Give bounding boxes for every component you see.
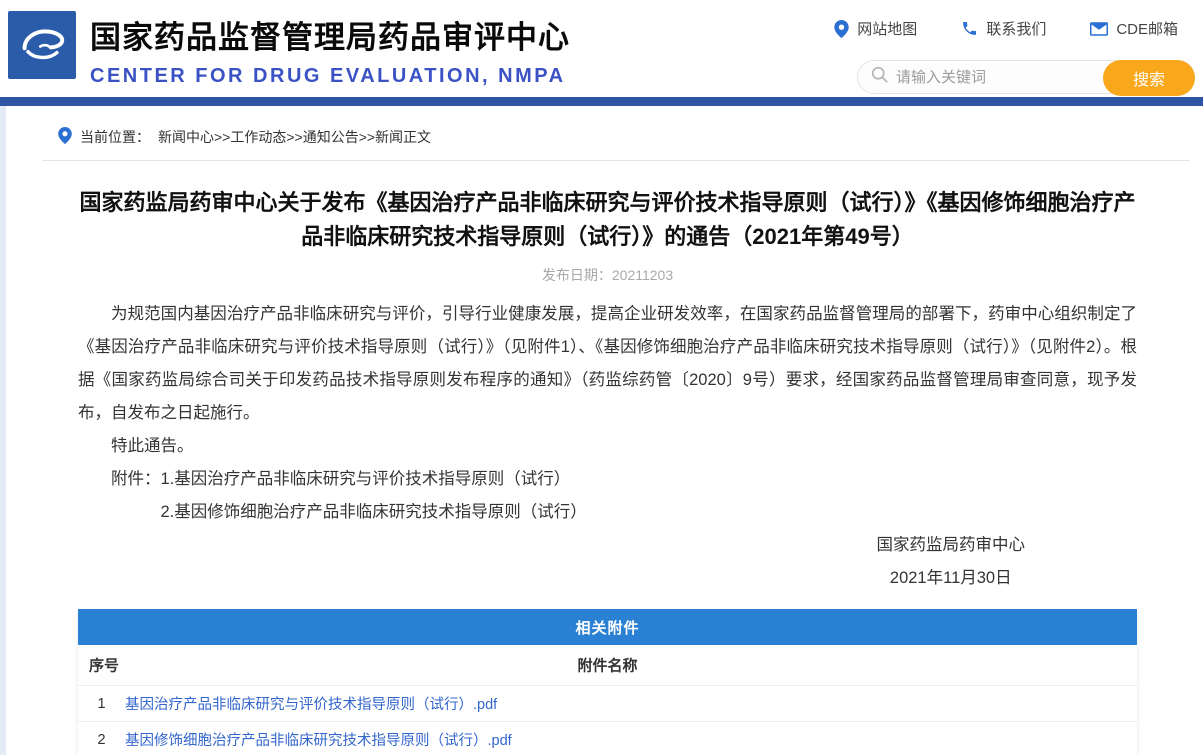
signature-date: 2021年11月30日 — [877, 562, 1026, 595]
breadcrumb: 当前位置： 新闻中心>>工作动态>>通知公告>>新闻正文 — [58, 127, 1203, 147]
contact-us-link[interactable]: 联系我们 — [961, 18, 1046, 39]
breadcrumb-pin-icon — [58, 127, 72, 147]
breadcrumb-path[interactable]: 新闻中心>>工作动态>>通知公告>>新闻正文 — [158, 127, 431, 147]
site-titles: 国家药品监督管理局药品审评中心 CENTER FOR DRUG EVALUATI… — [90, 12, 570, 88]
article-title: 国家药监局药审中心关于发布《基因治疗产品非临床研究与评价技术指导原则（试行）》《… — [78, 186, 1137, 254]
attachments-table-header: 序号 附件名称 — [78, 645, 1137, 686]
site-title-en: CENTER FOR DRUG EVALUATION, NMPA — [90, 65, 570, 88]
table-row: 2 基因修饰细胞治疗产品非临床研究技术指导原则（试行）.pdf — [78, 722, 1137, 755]
cde-mailbox-link-label: CDE邮箱 — [1116, 18, 1178, 39]
signature-org: 国家药监局药审中心 — [877, 529, 1026, 562]
attachment-line-2: 2.基因修饰细胞治疗产品非临床研究技术指导原则（试行） — [78, 496, 1137, 529]
search-icon — [871, 66, 888, 88]
cde-mailbox-link[interactable]: CDE邮箱 — [1090, 18, 1178, 39]
phone-icon — [961, 20, 978, 37]
sitemap-link-label: 网站地图 — [857, 18, 917, 39]
paragraph-notice: 特此通告。 — [78, 430, 1137, 463]
site-title-cn: 国家药品监督管理局药品审评中心 — [90, 12, 570, 57]
attachment-pdf-link[interactable]: 基因修饰细胞治疗产品非临床研究技术指导原则（试行）.pdf — [125, 729, 512, 750]
cde-logo-swoosh-icon — [14, 15, 70, 76]
attachment-row-number: 2 — [78, 732, 125, 748]
attachments-table: 相关附件 序号 附件名称 1 基因治疗产品非临床研究与评价技术指导原则（试行）.… — [78, 609, 1137, 755]
location-pin-icon — [834, 20, 849, 38]
search-bar: 搜索 — [857, 60, 1195, 94]
breadcrumb-prefix: 当前位置： — [80, 127, 150, 147]
left-edge-strip — [0, 106, 6, 755]
site-header: 国家药品监督管理局药品审评中心 CENTER FOR DRUG EVALUATI… — [0, 0, 1203, 97]
contact-us-link-label: 联系我们 — [986, 18, 1046, 39]
sitemap-link[interactable]: 网站地图 — [834, 18, 917, 39]
search-button[interactable]: 搜索 — [1103, 60, 1195, 96]
cde-logo — [8, 11, 76, 79]
table-row: 1 基因治疗产品非临床研究与评价技术指导原则（试行）.pdf — [78, 686, 1137, 722]
header-quick-links: 网站地图 联系我们 CDE邮箱 — [834, 18, 1178, 39]
attachment-line-1: 附件：1.基因治疗产品非临床研究与评价技术指导原则（试行） — [78, 463, 1137, 496]
article: 国家药监局药审中心关于发布《基因治疗产品非临床研究与评价技术指导原则（试行）》《… — [78, 186, 1137, 755]
header-divider-bar — [0, 97, 1203, 106]
attachment-row-number: 1 — [78, 696, 125, 712]
attachment-pdf-link[interactable]: 基因治疗产品非临床研究与评价技术指导原则（试行）.pdf — [125, 693, 497, 714]
column-header-name: 附件名称 — [78, 655, 1137, 676]
breadcrumb-divider — [42, 160, 1190, 161]
article-body: 为规范国内基因治疗产品非临床研究与评价，引导行业健康发展，提高企业研发效率，在国… — [78, 298, 1137, 529]
signature-block: 国家药监局药审中心 2021年11月30日 — [877, 529, 1026, 595]
paragraph-main: 为规范国内基因治疗产品非临床研究与评价，引导行业健康发展，提高企业研发效率，在国… — [78, 298, 1137, 430]
publish-date: 发布日期：20211203 — [78, 265, 1137, 285]
attachments-table-caption: 相关附件 — [78, 609, 1137, 645]
mail-icon — [1090, 22, 1108, 36]
